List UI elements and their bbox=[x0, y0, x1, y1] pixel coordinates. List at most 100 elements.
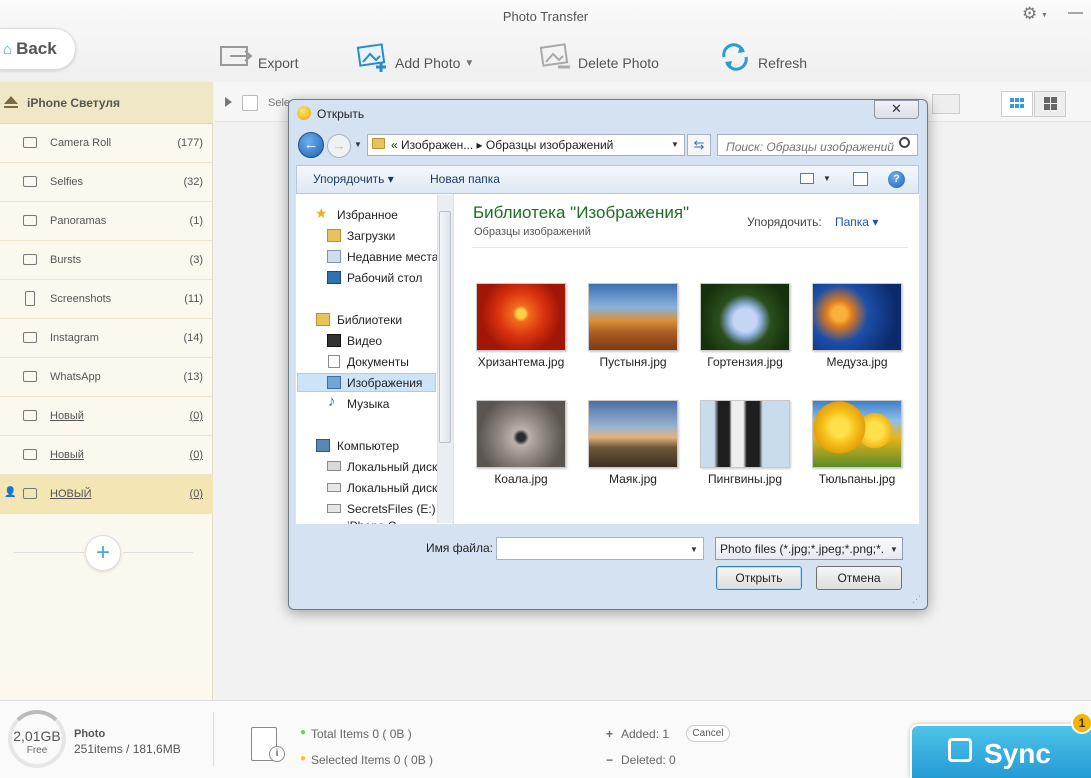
add-photo-button[interactable]: Add Photo ▼ bbox=[355, 40, 474, 74]
file-thumb-chrysanthemum[interactable] bbox=[476, 283, 566, 351]
nav-local-disk-2[interactable]: Локальный диск bbox=[347, 481, 437, 495]
album-count: (14) bbox=[183, 332, 203, 344]
nav-favorites[interactable]: Избранное bbox=[337, 208, 437, 222]
cancel-button[interactable]: Отмена bbox=[816, 566, 902, 590]
nav-music[interactable]: Музыка bbox=[347, 397, 437, 411]
small-grid-icon bbox=[1010, 98, 1024, 108]
sync-button[interactable]: Sync bbox=[910, 724, 1091, 778]
chevron-down-icon[interactable]: ▼ bbox=[890, 545, 898, 554]
filename-label: Имя файла: bbox=[426, 541, 493, 555]
back-button[interactable]: ⌂ Back bbox=[0, 28, 76, 70]
export-button[interactable]: Export bbox=[218, 40, 298, 74]
refresh-icon[interactable]: ⇆ bbox=[687, 134, 711, 156]
sidebar-item-panoramas[interactable]: Panoramas (1) bbox=[0, 202, 213, 241]
address-path[interactable]: « Изображен... ▸ Образцы изображений bbox=[391, 138, 613, 152]
file-thumb-desert[interactable] bbox=[588, 283, 678, 351]
nav-pictures[interactable]: Изображения bbox=[347, 376, 435, 390]
help-icon[interactable]: ? bbox=[888, 171, 905, 188]
selfie-icon bbox=[23, 176, 37, 187]
chevron-down-icon[interactable]: ▼ bbox=[690, 545, 698, 554]
album-name: Screenshots bbox=[50, 293, 112, 305]
nav-computer[interactable]: Компьютер bbox=[337, 439, 437, 453]
nav-video[interactable]: Видео bbox=[347, 334, 437, 348]
file-name[interactable]: Гортензия.jpg bbox=[685, 355, 805, 369]
divider bbox=[123, 552, 193, 553]
nav-desktop[interactable]: Рабочий стол bbox=[347, 271, 437, 285]
search-icon[interactable] bbox=[899, 137, 910, 148]
file-name[interactable]: Тюльпаны.jpg bbox=[797, 472, 917, 486]
sidebar-item-selfies[interactable]: Selfies (32) bbox=[0, 163, 213, 202]
nav-recent[interactable]: Недавние места bbox=[347, 250, 437, 264]
open-button[interactable]: Открыть bbox=[716, 566, 802, 590]
file-name[interactable]: Коала.jpg bbox=[461, 472, 581, 486]
gear-icon[interactable]: ⚙ bbox=[1022, 4, 1037, 24]
nav-libraries[interactable]: Библиотеки bbox=[337, 313, 437, 327]
forward-arrow-icon[interactable]: → bbox=[327, 134, 351, 158]
select-all-checkbox[interactable] bbox=[242, 95, 258, 111]
sidebar-item-whatsapp[interactable]: WhatsApp (13) bbox=[0, 358, 213, 397]
history-dropdown-icon[interactable]: ▼ bbox=[354, 140, 362, 149]
resize-grip-icon[interactable]: ⋰ bbox=[912, 594, 921, 605]
search-input[interactable] bbox=[717, 134, 918, 156]
total-dot-icon: ● bbox=[300, 727, 307, 738]
nav-iphone[interactable]: iPhone С... bbox=[347, 519, 437, 524]
file-name[interactable]: Хризантема.jpg bbox=[461, 355, 581, 369]
storage-category: Photo bbox=[74, 728, 106, 740]
back-arrow-icon[interactable]: ← bbox=[298, 132, 324, 158]
sidebar-item-bursts[interactable]: Bursts (3) bbox=[0, 241, 213, 280]
file-name[interactable]: Пустыня.jpg bbox=[573, 355, 693, 369]
file-thumb-hydrangeas[interactable] bbox=[700, 283, 790, 351]
minimize-button[interactable]: — bbox=[1068, 4, 1083, 21]
filename-input[interactable] bbox=[496, 537, 704, 560]
camera-icon bbox=[23, 137, 37, 148]
view-small-grid-button[interactable] bbox=[1001, 91, 1033, 117]
close-button[interactable]: ✕ bbox=[874, 100, 919, 119]
chevron-down-icon[interactable]: ▼ bbox=[464, 58, 474, 69]
selected-dot-icon: ● bbox=[300, 753, 307, 764]
nav-secrets-files[interactable]: SecretsFiles (E:) bbox=[347, 502, 437, 516]
expand-icon[interactable] bbox=[225, 97, 232, 107]
album-count: (1) bbox=[189, 215, 203, 227]
sidebar-item-novyi-3[interactable]: 👤 НОВЫЙ (0) bbox=[0, 475, 213, 514]
nav-local-disk-1[interactable]: Локальный диск bbox=[347, 460, 437, 474]
album-name: Instagram bbox=[50, 332, 99, 344]
cancel-button[interactable]: Cancel bbox=[686, 725, 730, 742]
file-name[interactable]: Медуза.jpg bbox=[797, 355, 917, 369]
app-title: Photo Transfer bbox=[502, 9, 589, 24]
sidebar-item-camera-roll[interactable]: Camera Roll (177) bbox=[0, 124, 213, 163]
file-name[interactable]: Маяк.jpg bbox=[573, 472, 693, 486]
refresh-button[interactable]: Refresh bbox=[718, 40, 807, 74]
chevron-down-icon[interactable]: ▼ bbox=[671, 140, 679, 149]
view-mode-icon[interactable] bbox=[800, 173, 814, 184]
file-thumb-lighthouse[interactable] bbox=[588, 400, 678, 468]
file-thumb-tulips[interactable] bbox=[812, 400, 902, 468]
view-large-grid-button[interactable] bbox=[1034, 91, 1066, 117]
sidebar-item-instagram[interactable]: Instagram (14) bbox=[0, 319, 213, 358]
sync-icon bbox=[948, 738, 972, 762]
file-thumb-penguins[interactable] bbox=[700, 400, 790, 468]
nav-scrollbar-thumb[interactable] bbox=[439, 211, 451, 443]
add-album-button[interactable]: + bbox=[85, 535, 121, 571]
export-icon bbox=[218, 42, 254, 72]
album-name: Новый bbox=[50, 410, 84, 422]
file-name[interactable]: Пингвины.jpg bbox=[685, 472, 805, 486]
filetype-select[interactable]: Photo files (*.jpg;*.jpeg;*.png;*. bbox=[715, 537, 903, 560]
back-label: Back bbox=[16, 39, 57, 58]
file-thumb-koala[interactable] bbox=[476, 400, 566, 468]
chevron-down-icon[interactable]: ▼ bbox=[1041, 12, 1048, 19]
new-folder-button[interactable]: Новая папка bbox=[430, 172, 500, 186]
preview-pane-icon[interactable] bbox=[853, 172, 868, 186]
delete-photo-button[interactable]: Delete Photo bbox=[538, 40, 659, 74]
sidebar-item-novyi-1[interactable]: Новый (0) bbox=[0, 397, 213, 436]
sidebar-item-novyi-2[interactable]: Новый (0) bbox=[0, 436, 213, 475]
sort-dropdown[interactable] bbox=[932, 94, 960, 114]
sidebar-item-screenshots[interactable]: Screenshots (11) bbox=[0, 280, 213, 319]
album-name: НОВЫЙ bbox=[50, 488, 92, 500]
nav-documents[interactable]: Документы bbox=[347, 355, 437, 369]
arrange-dropdown[interactable]: Папка ▾ bbox=[835, 215, 878, 229]
file-thumb-jellyfish[interactable] bbox=[812, 283, 902, 351]
chevron-down-icon[interactable]: ▼ bbox=[823, 174, 831, 183]
nav-downloads[interactable]: Загрузки bbox=[347, 229, 437, 243]
organize-menu[interactable]: Упорядочить ▾ bbox=[313, 172, 394, 186]
eject-icon[interactable] bbox=[4, 96, 18, 104]
